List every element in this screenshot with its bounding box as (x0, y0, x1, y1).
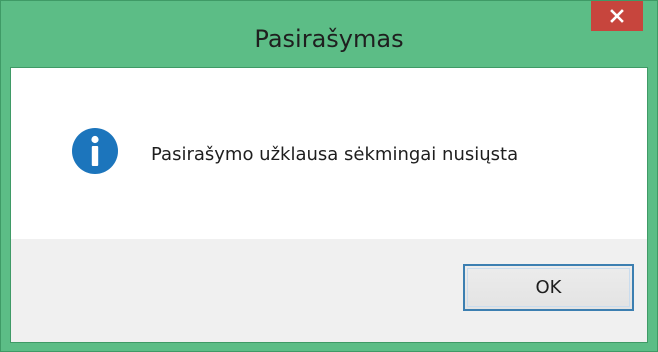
info-icon (72, 128, 118, 174)
close-button[interactable] (591, 1, 643, 31)
close-icon (610, 9, 624, 23)
button-bar: OK (11, 239, 647, 342)
message-dialog: Pasirašymas Pasirašymo užklausa sėkminga… (0, 0, 658, 352)
message-area: Pasirašymo užklausa sėkmingai nusiųsta (11, 68, 647, 239)
ok-button[interactable]: OK (463, 264, 634, 311)
title-bar[interactable]: Pasirašymas (1, 1, 657, 67)
dialog-body: Pasirašymo užklausa sėkmingai nusiųsta O… (10, 67, 648, 343)
window-title: Pasirašymas (254, 25, 404, 53)
message-text: Pasirašymo užklausa sėkmingai nusiųsta (151, 144, 519, 165)
